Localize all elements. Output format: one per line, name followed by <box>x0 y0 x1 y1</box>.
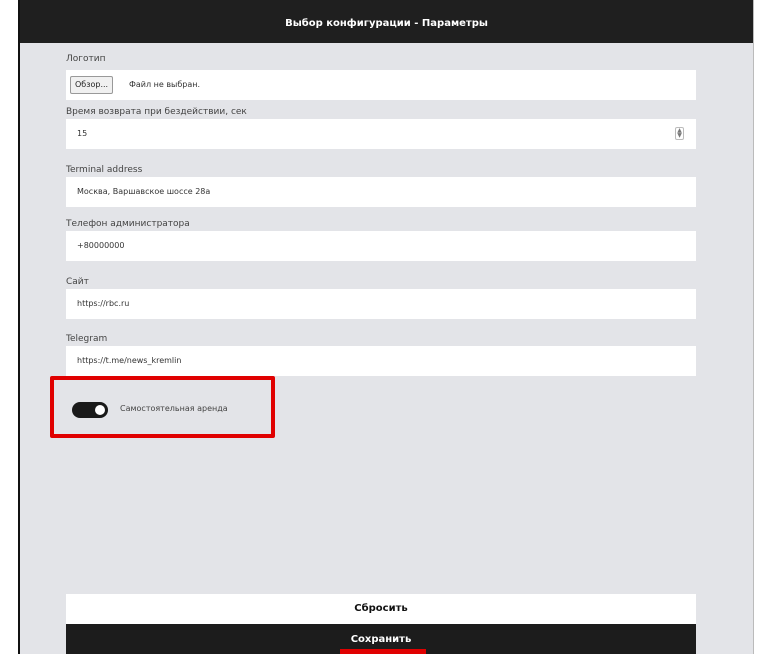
browse-button[interactable]: Обзор... <box>70 76 114 94</box>
site-value: https://rbc.ru <box>77 299 130 308</box>
toggle-knob <box>95 405 105 415</box>
self-rental-label: Самостоятельная аренда <box>120 404 228 413</box>
idle-return-label: Время возврата при бездействии, сек <box>66 107 247 117</box>
idle-return-input[interactable]: 15 ▲ ▼ <box>66 119 696 149</box>
number-spinner-icon[interactable]: ▲ ▼ <box>675 127 684 140</box>
admin-phone-input[interactable]: +80000000 <box>66 231 696 261</box>
terminal-address-label: Terminal address <box>66 165 143 175</box>
site-label: Сайт <box>66 277 89 287</box>
window-border-right <box>753 0 754 654</box>
reset-button[interactable]: Сбросить <box>66 594 696 624</box>
page-title: Выбор конфигурации - Параметры <box>20 0 753 43</box>
site-input[interactable]: https://rbc.ru <box>66 289 696 319</box>
telegram-value: https://t.me/news_kremlin <box>77 356 182 365</box>
self-rental-toggle[interactable] <box>72 402 108 418</box>
telegram-input[interactable]: https://t.me/news_kremlin <box>66 346 696 376</box>
save-highlight-underline <box>340 649 426 654</box>
admin-phone-label: Телефон администратора <box>66 219 190 229</box>
admin-phone-value: +80000000 <box>77 241 125 250</box>
file-status-text: Файл не выбран. <box>129 80 201 89</box>
terminal-address-input[interactable]: Москва, Варшавское шоссе 28а <box>66 177 696 207</box>
telegram-label: Telegram <box>66 334 108 344</box>
terminal-address-value: Москва, Варшавское шоссе 28а <box>77 187 211 196</box>
idle-return-value: 15 <box>77 129 88 138</box>
logo-file-field[interactable]: Обзор... Файл не выбран. <box>66 70 696 100</box>
logo-label: Логотип <box>66 54 106 64</box>
